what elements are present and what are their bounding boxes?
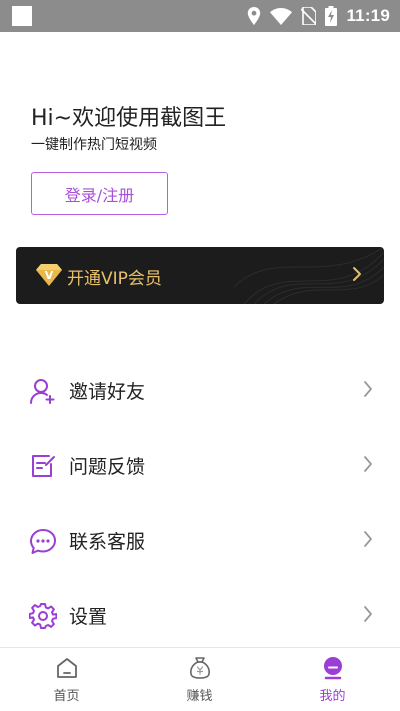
no-sim-icon [301, 7, 317, 25]
menu-item-label: 联系客服 [69, 531, 146, 553]
menu-item-settings[interactable]: 设置 [0, 590, 400, 640]
home-icon [56, 658, 77, 678]
tab-label: 我的 [319, 689, 346, 704]
bottom-tab-bar: 首页 赚钱 我的 [0, 647, 400, 711]
chevron-right-icon [364, 606, 372, 622]
menu-item-label: 邀请好友 [69, 381, 146, 403]
notification-square-icon [12, 6, 32, 26]
tab-home[interactable]: 首页 [0, 648, 133, 711]
profile-icon [323, 657, 342, 680]
login-register-button[interactable]: 登录/注册 [31, 172, 168, 215]
chevron-right-icon [364, 531, 372, 547]
battery-charging-icon [325, 6, 338, 26]
menu-item-label: 问题反馈 [69, 456, 146, 478]
greeting-subtitle: 一键制作热门短视频 [31, 137, 157, 153]
chevron-right-icon [364, 456, 372, 472]
menu-item-feedback[interactable]: 问题反馈 [0, 440, 400, 490]
chevron-right-icon [364, 381, 372, 397]
feedback-icon [32, 455, 55, 477]
tab-mine[interactable]: 我的 [266, 648, 399, 711]
settings-gear-icon [29, 603, 57, 629]
status-icons: 11:19 [247, 0, 390, 32]
chevron-right-icon [353, 267, 361, 281]
invite-friend-icon [30, 379, 55, 404]
vip-diamond-icon: V [36, 264, 62, 286]
vip-label: 开通VIP会员 [67, 269, 162, 289]
tab-earn[interactable]: 赚钱 [133, 648, 266, 711]
vip-badge-letter: V [45, 269, 54, 282]
customer-service-icon [30, 529, 56, 554]
wifi-icon [270, 7, 293, 25]
vip-banner[interactable]: V 开通VIP会员 [16, 247, 384, 304]
menu-item-customer-service[interactable]: 联系客服 [0, 515, 400, 565]
status-time: 11:19 [346, 6, 390, 25]
menu-item-label: 设置 [69, 606, 108, 628]
greeting-title: Hi~欢迎使用截图王 [31, 106, 227, 131]
menu-item-invite[interactable]: 邀请好友 [0, 365, 400, 415]
money-bag-icon [189, 657, 210, 679]
location-icon [248, 7, 261, 25]
tab-label: 首页 [53, 689, 80, 704]
status-bar: 11:19 [0, 0, 400, 32]
tab-label: 赚钱 [186, 689, 213, 704]
